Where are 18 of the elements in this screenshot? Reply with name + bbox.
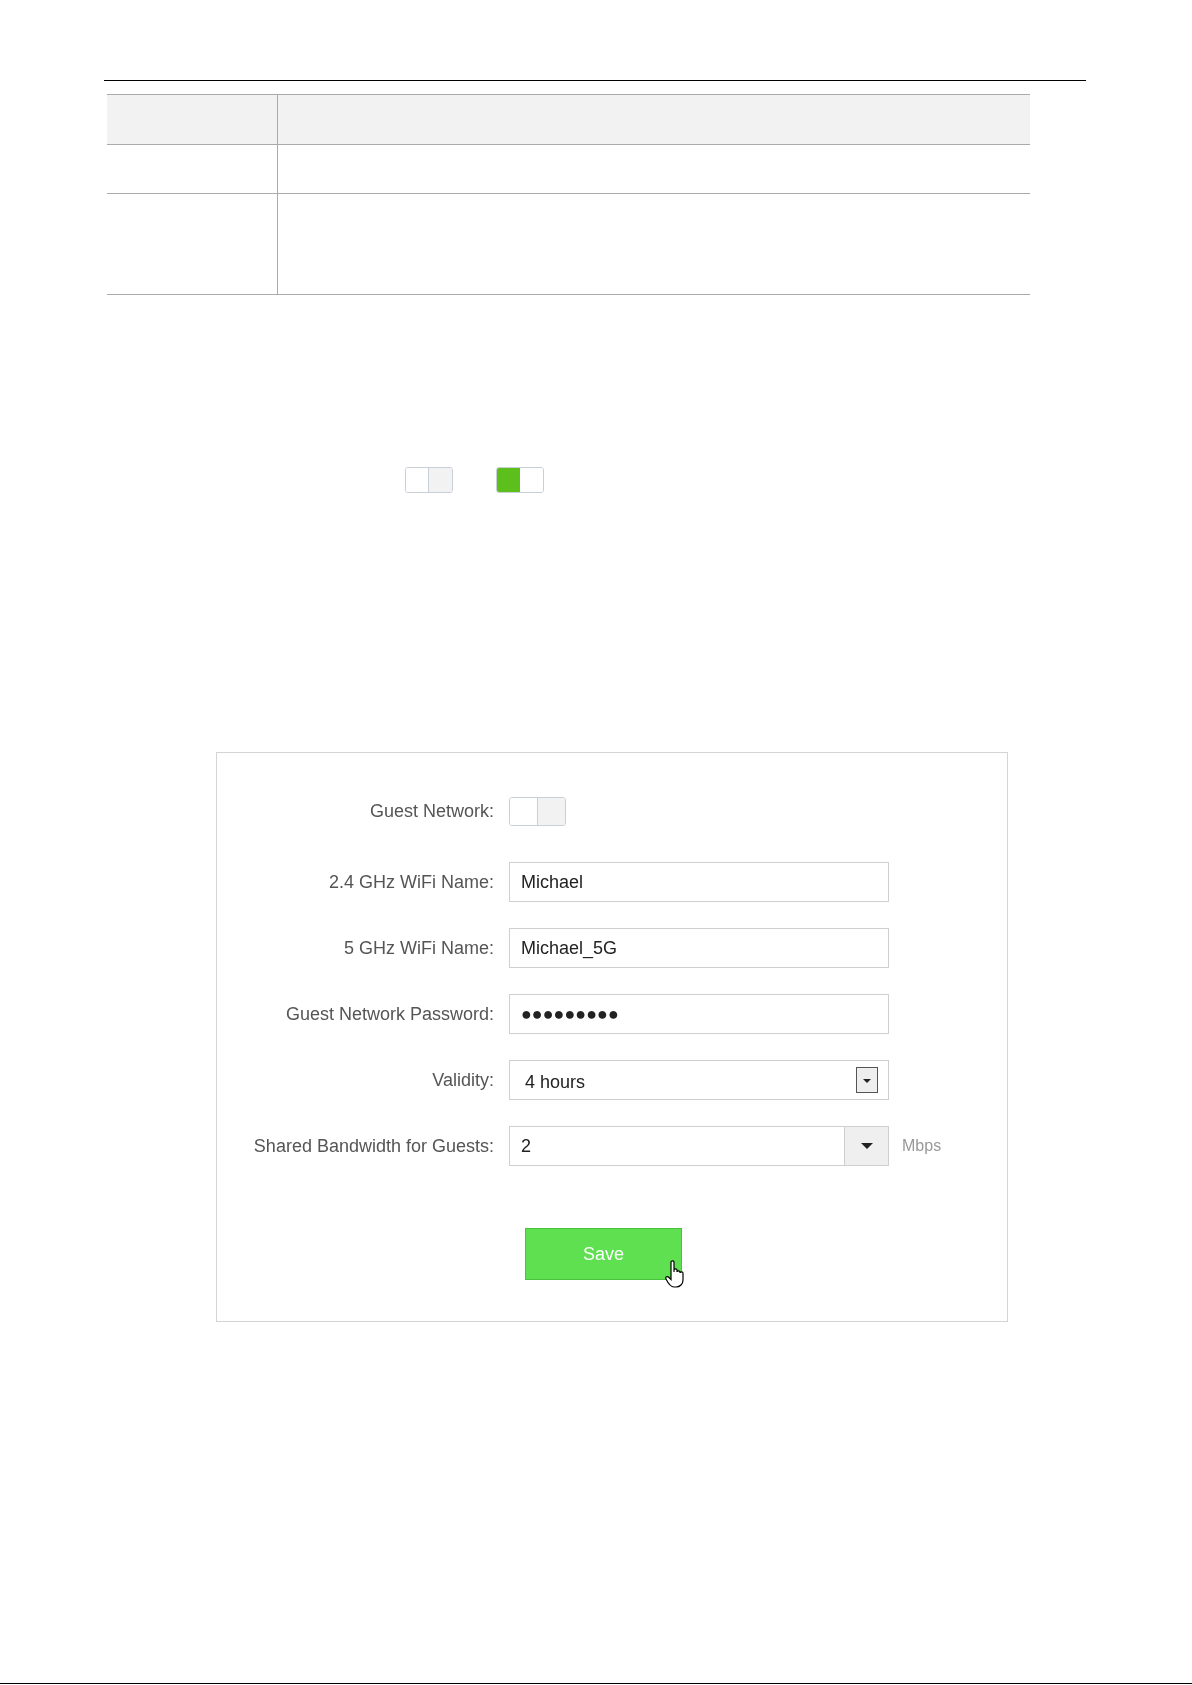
- dropdown-field[interactable]: 4 hours: [509, 1060, 889, 1100]
- field-label: Guest Network Password:: [285, 1003, 494, 1024]
- toggle-switch[interactable]: [405, 467, 453, 493]
- field-label: Shared Bandwidth for Guests:: [253, 1135, 494, 1156]
- field-label: 5 GHz WiFi Name:: [344, 937, 494, 958]
- field-label: 2.4 GHz WiFi Name:: [328, 871, 494, 892]
- input-field[interactable]: Michael: [509, 862, 889, 902]
- toggle-switch[interactable]: [496, 467, 544, 493]
- field-label: Validity:: [432, 1069, 494, 1090]
- input-field[interactable]: Michael_5G: [509, 928, 889, 968]
- toggle-switch[interactable]: [509, 796, 566, 826]
- hand-cursor-icon: [665, 1260, 687, 1288]
- caret-icon: [860, 1142, 873, 1150]
- caret-icon: [856, 1067, 878, 1093]
- field-label: Guest Network:: [369, 800, 494, 821]
- password-field[interactable]: ●●●●●●●●●: [509, 994, 889, 1034]
- unit-label: Mbps: [902, 1136, 942, 1156]
- dropdown-field[interactable]: 2: [509, 1126, 889, 1166]
